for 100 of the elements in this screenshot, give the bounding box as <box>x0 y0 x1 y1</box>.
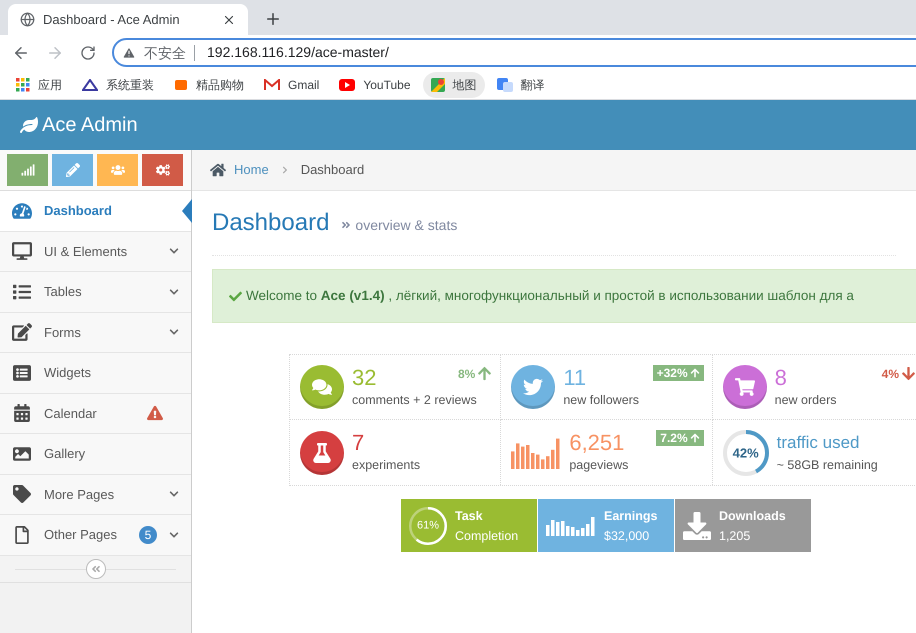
warning-icon <box>122 46 136 60</box>
menu-icon <box>12 404 32 422</box>
security-label: 不安全 <box>144 44 195 60</box>
menu-label: Calendar <box>44 404 98 422</box>
stat-label: comments + 2 reviews <box>352 392 478 409</box>
menu-icon <box>12 485 32 504</box>
stat-number: 11 <box>563 364 586 391</box>
page-subtitle: overview & stats <box>341 214 458 236</box>
menu-label: Gallery <box>44 445 86 463</box>
map-pin-icon <box>430 78 444 92</box>
reload-icon[interactable] <box>80 44 96 60</box>
summary-title: Earnings <box>604 508 658 525</box>
change-badge: +32% <box>652 364 704 381</box>
change-badge: 7.2% <box>656 430 704 446</box>
menu-label: Tables <box>44 283 83 301</box>
summary-value: $32,000 <box>604 528 650 544</box>
collapse-button[interactable] <box>86 558 106 578</box>
stat-number: 6,251 <box>569 430 624 456</box>
sparkline-bars <box>511 436 562 468</box>
percent-text: 61% <box>416 520 440 531</box>
translate-icon <box>496 78 512 92</box>
progress-ring <box>722 430 769 476</box>
play-icon <box>339 78 356 90</box>
bookmark[interactable]: 地图 <box>422 72 484 98</box>
home-icon <box>210 162 226 178</box>
menu-label: Forms <box>44 324 82 342</box>
double-right-icon <box>341 220 352 230</box>
bookmark-label: Gmail <box>288 76 320 94</box>
menu-icon <box>12 323 32 342</box>
address-field[interactable]: 不安全 192.168.116.129/ace-master/ <box>112 38 916 67</box>
menu-label: Other Pages <box>44 526 118 544</box>
menu-icon <box>12 282 32 301</box>
stat-number: 32 <box>352 364 376 391</box>
flask-icon <box>312 442 332 462</box>
bookmark-label: 翻译 <box>520 76 544 94</box>
stat-number: traffic used <box>776 432 860 454</box>
settings-icon <box>156 163 170 177</box>
menu-label: Dashboard <box>44 202 113 220</box>
shortcut-button[interactable] <box>52 154 93 186</box>
menu-icon <box>12 444 32 463</box>
menu-label: UI & Elements <box>44 242 128 260</box>
stat-label: experiments <box>352 457 422 474</box>
comments-icon <box>312 377 332 397</box>
bookmark-label: 精品购物 <box>196 76 244 94</box>
menu-item[interactable]: Gallery <box>0 434 191 474</box>
alert-text: Welcome to Ace (v1.4) , лёгкий, многофункциональный и простой в использовании шаблон для а <box>246 286 854 305</box>
bookmark-label: 地图 <box>452 76 476 94</box>
brand-title[interactable]: Ace Admin <box>42 110 138 140</box>
bookmark[interactable]: Gmail <box>256 72 328 98</box>
url-text: 192.168.116.129/ace-master/ <box>207 43 389 62</box>
users-icon <box>110 163 124 177</box>
breadcrumb-current: Dashboard <box>300 161 364 180</box>
change-indicator: 8% <box>458 364 492 383</box>
bookmark-label: YouTube <box>363 76 410 94</box>
bookmark[interactable]: YouTube <box>331 72 418 98</box>
menu-item[interactable]: Dashboard <box>0 191 191 232</box>
bookmark[interactable]: 系统重装 <box>74 72 162 98</box>
menu-item[interactable]: Other Pages 5 <box>0 515 191 556</box>
summary-title: Downloads <box>719 508 786 524</box>
bookmark-label: 应用 <box>38 76 62 94</box>
pencil-icon <box>66 163 80 177</box>
menu-item[interactable]: Calendar <box>0 394 191 434</box>
summary-value: Completion <box>455 528 518 545</box>
menu-label: More Pages <box>44 486 116 504</box>
mail-icon <box>264 78 280 90</box>
summary-title: Task <box>455 508 484 524</box>
separator-icon <box>280 166 289 174</box>
summary-value: 1,205 <box>719 528 752 544</box>
browser-tab[interactable]: Dashboard - Ace Admin <box>8 4 248 35</box>
change-indicator: 4% <box>882 364 916 383</box>
menu-icon <box>12 202 32 220</box>
stat-label: new followers <box>563 392 640 409</box>
bookmark[interactable]: 应用 <box>8 72 70 98</box>
apps-grid-icon <box>16 78 30 92</box>
menu-item[interactable]: More Pages <box>0 474 191 515</box>
menu-item[interactable]: Forms <box>0 312 191 353</box>
menu-label: Widgets <box>44 364 92 382</box>
check-icon <box>229 290 242 302</box>
tab-title: Dashboard - Ace Admin <box>43 10 181 29</box>
stat-number: 7 <box>352 430 364 456</box>
stat-number: 8 <box>774 364 787 391</box>
bookmark[interactable]: 精品购物 <box>166 72 252 98</box>
leaf-icon <box>20 116 38 134</box>
bookmark-logo-icon <box>174 78 188 92</box>
menu-icon <box>12 364 32 382</box>
double-left-icon <box>90 564 100 574</box>
bookmark[interactable]: 翻译 <box>488 72 552 98</box>
percent-text: 42% <box>732 446 759 459</box>
bird-icon <box>523 377 544 397</box>
stat-label: ~ 58GB remaining <box>776 457 879 474</box>
menu-item[interactable]: UI & Elements <box>0 232 191 272</box>
shortcut-button[interactable] <box>142 154 183 186</box>
new-tab-icon[interactable] <box>264 10 282 28</box>
globe-icon <box>20 12 35 27</box>
menu-item[interactable]: Widgets <box>0 353 191 394</box>
progress-ring <box>409 506 447 544</box>
bookmark-logo-icon <box>82 78 98 90</box>
menu-item[interactable]: Tables <box>0 272 191 312</box>
menu-icon <box>12 242 32 260</box>
shortcut-button[interactable] <box>7 154 48 186</box>
